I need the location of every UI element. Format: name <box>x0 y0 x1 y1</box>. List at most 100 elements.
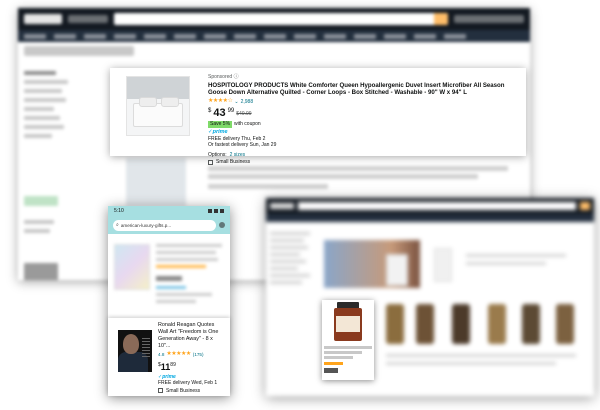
nav-item[interactable] <box>174 33 196 39</box>
coupon-badge[interactable]: Save 5% <box>208 121 233 128</box>
filter-option[interactable] <box>24 89 62 93</box>
filter-sidebar <box>270 228 314 288</box>
sidebar-thumbnail[interactable] <box>24 263 58 280</box>
nav-item[interactable] <box>54 33 76 39</box>
product-image[interactable] <box>522 304 540 344</box>
poster-figure-face <box>123 334 139 354</box>
filter-option[interactable] <box>270 281 302 284</box>
search-button[interactable] <box>434 13 448 25</box>
nav-item[interactable] <box>84 33 106 39</box>
results-breadcrumb <box>24 46 134 56</box>
deliver-to-location[interactable] <box>68 15 108 23</box>
coupon-text: with coupon <box>234 121 261 128</box>
search-input[interactable] <box>114 13 448 25</box>
nav-item[interactable] <box>234 33 256 39</box>
options-label: Options: <box>208 151 227 158</box>
product-image[interactable] <box>488 304 506 344</box>
product-image[interactable] <box>114 244 150 290</box>
category-nav <box>266 214 594 222</box>
nav-item[interactable] <box>294 33 316 39</box>
product-image[interactable] <box>386 304 404 344</box>
product-image[interactable] <box>434 248 452 282</box>
url-input[interactable]: ⌕ american-luxury-gifts.p... <box>113 219 216 231</box>
filter-option[interactable] <box>270 274 310 277</box>
sponsored-label[interactable]: Sponsored ⓘ <box>208 74 518 81</box>
nav-item[interactable] <box>144 33 166 39</box>
product-price <box>324 368 339 373</box>
filter-option[interactable] <box>270 239 304 242</box>
filter-option[interactable] <box>24 134 52 138</box>
product-price <box>156 276 182 281</box>
status-icons <box>208 209 224 213</box>
nav-item[interactable] <box>264 33 286 39</box>
mobile-list-item[interactable] <box>108 234 230 316</box>
filter-sidebar <box>24 66 76 280</box>
bottle-label <box>336 316 360 332</box>
result-title[interactable] <box>208 166 508 171</box>
poster-quote-text <box>142 338 150 358</box>
filter-option[interactable] <box>270 246 308 249</box>
product-price[interactable]: $ 43 99 $49.99 <box>208 108 518 119</box>
amazon-logo[interactable] <box>24 14 62 24</box>
filter-option[interactable] <box>270 267 298 270</box>
small-business-label: Small Business <box>166 387 201 394</box>
nav-item[interactable] <box>384 33 406 39</box>
filter-option[interactable] <box>24 107 54 111</box>
filter-option[interactable] <box>24 98 66 102</box>
mic-icon[interactable] <box>219 222 225 228</box>
pillow <box>161 97 179 107</box>
price-symbol: $ <box>208 108 212 115</box>
nav-item[interactable] <box>204 33 226 39</box>
phone-status-bar: 5:10 <box>108 206 230 216</box>
amazon-header <box>266 198 594 214</box>
options-link[interactable]: 2 sizes <box>230 152 246 159</box>
amazon-logo[interactable] <box>270 203 294 209</box>
product-image[interactable] <box>452 304 470 344</box>
wall-art-image[interactable] <box>118 330 152 372</box>
product-rating: 4.8 ★★★★★ (175) <box>158 351 226 359</box>
filter-option[interactable] <box>24 80 68 84</box>
rating-count[interactable]: (175) <box>193 352 204 358</box>
rating-stars-icon[interactable]: ★★★★★ <box>166 351 191 359</box>
nav-item[interactable] <box>444 33 466 39</box>
wall-art-product-card[interactable]: Ronald Reagan Quotes Wall Art "Freedom i… <box>108 318 230 396</box>
banner-text <box>466 254 566 257</box>
product-title-line <box>324 356 353 359</box>
product-image[interactable] <box>556 304 574 344</box>
product-image[interactable] <box>386 254 408 286</box>
search-button[interactable] <box>580 202 590 210</box>
filter-option[interactable] <box>270 260 306 263</box>
product-title[interactable]: HOSPITOLOGY PRODUCTS White Comforter Que… <box>208 82 518 98</box>
rating-value: 4.8 <box>158 351 165 357</box>
nav-item[interactable] <box>114 33 136 39</box>
chevron-down-icon[interactable]: ⌄ <box>234 99 238 106</box>
result-image[interactable] <box>126 158 186 206</box>
nav-item[interactable] <box>324 33 346 39</box>
search-input[interactable] <box>298 202 576 210</box>
small-business-badge: Small Business <box>158 388 226 395</box>
banner-text <box>466 262 546 265</box>
account-nav[interactable] <box>454 15 524 23</box>
product-title-line <box>324 351 363 354</box>
filter-option[interactable] <box>24 125 64 129</box>
status-time: 5:10 <box>114 208 124 214</box>
supplement-product-card[interactable] <box>322 300 374 380</box>
nav-item[interactable] <box>24 33 46 39</box>
fastest-delivery: Or fastest delivery Sun, Jan 29 <box>208 142 277 149</box>
filter-option[interactable] <box>270 253 300 256</box>
filter-option[interactable] <box>270 232 310 235</box>
comforter-product-card[interactable]: Sponsored ⓘ HOSPITOLOGY PRODUCTS White C… <box>110 68 526 165</box>
nav-item[interactable] <box>354 33 376 39</box>
sidebar-ad[interactable] <box>24 196 58 206</box>
product-title[interactable]: Ronald Reagan Quotes Wall Art "Freedom i… <box>158 322 226 350</box>
rating-stars-icon[interactable]: ★★★★☆ <box>208 98 233 106</box>
nav-item[interactable] <box>414 33 436 39</box>
category-nav <box>18 30 530 42</box>
supplement-bottle-image[interactable] <box>331 302 365 342</box>
rating-count[interactable]: 2,988 <box>241 99 254 106</box>
product-title-line <box>156 244 222 247</box>
filter-option[interactable] <box>24 116 60 120</box>
product-price: $1189 <box>158 362 226 374</box>
product-image[interactable] <box>416 304 434 344</box>
comforter-image[interactable] <box>126 76 190 136</box>
